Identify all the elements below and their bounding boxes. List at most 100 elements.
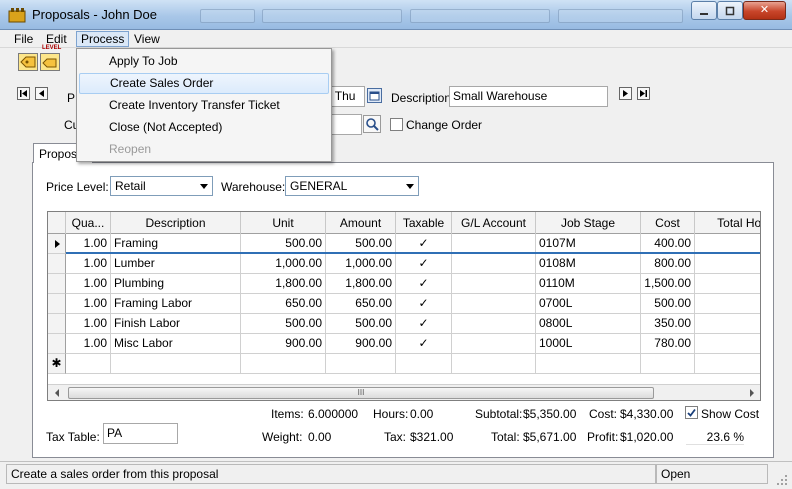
cell-amount[interactable]: 500.00: [326, 234, 396, 254]
cell-gl-account[interactable]: [452, 354, 536, 374]
cell-cost[interactable]: 400.00: [641, 234, 695, 254]
table-row[interactable]: 1.00 Plumbing 1,800.00 1,800.00 ✓ 0110M 1,500.…: [48, 274, 760, 294]
menu-process[interactable]: Process: [76, 31, 130, 47]
column-header-quantity[interactable]: Qua...: [66, 212, 111, 234]
calendar-button[interactable]: [367, 88, 382, 103]
change-order-checkbox[interactable]: [390, 118, 403, 131]
cell-gl-account[interactable]: [452, 274, 536, 294]
menu-item-apply-to-job[interactable]: Apply To Job: [79, 51, 329, 72]
close-button[interactable]: ✕: [743, 1, 786, 20]
column-header-job-stage[interactable]: Job Stage: [536, 212, 641, 234]
cell-total-hours[interactable]: [695, 314, 760, 334]
cell-amount[interactable]: 650.00: [326, 294, 396, 314]
horizontal-scrollbar[interactable]: III: [48, 384, 760, 400]
cell-taxable[interactable]: ✓: [396, 334, 452, 354]
new-row-marker-icon[interactable]: ✱: [48, 354, 66, 374]
table-row[interactable]: 1.00 Framing 500.00 500.00 ✓ 0107M 400.00: [48, 234, 760, 254]
menu-item-close-not-accepted[interactable]: Close (Not Accepted): [79, 117, 329, 138]
cell-cost[interactable]: 1,500.00: [641, 274, 695, 294]
customer-search-button[interactable]: [363, 115, 381, 133]
cell-taxable[interactable]: ✓: [396, 274, 452, 294]
menu-view[interactable]: View: [130, 31, 164, 47]
cell-unit[interactable]: 1,000.00: [241, 254, 326, 274]
cell-gl-account[interactable]: [452, 334, 536, 354]
maximize-button[interactable]: [717, 1, 743, 20]
menu-file[interactable]: File: [10, 31, 37, 47]
column-header-unit[interactable]: Unit: [241, 212, 326, 234]
column-header-description[interactable]: Description: [111, 212, 241, 234]
cell-cost[interactable]: [641, 354, 695, 374]
scroll-right-icon[interactable]: [746, 386, 758, 400]
cell-taxable[interactable]: ✓: [396, 294, 452, 314]
price-level-select[interactable]: Retail: [110, 176, 213, 196]
description-field[interactable]: Small Warehouse: [449, 86, 608, 107]
scrollbar-thumb[interactable]: III: [68, 387, 654, 399]
row-selector[interactable]: [48, 294, 66, 314]
current-row-indicator-icon[interactable]: [48, 234, 66, 254]
cell-job-stage[interactable]: 0800L: [536, 314, 641, 334]
cell-job-stage[interactable]: 0107M: [536, 234, 641, 254]
cell-cost[interactable]: 350.00: [641, 314, 695, 334]
cell-description[interactable]: Finish Labor: [111, 314, 241, 334]
cell-amount[interactable]: 900.00: [326, 334, 396, 354]
column-header-amount[interactable]: Amount: [326, 212, 396, 234]
row-selector[interactable]: [48, 274, 66, 294]
cell-description[interactable]: Framing: [111, 234, 241, 254]
new-row[interactable]: ✱: [48, 354, 760, 374]
cell-amount[interactable]: 1,000.00: [326, 254, 396, 274]
cell-quantity[interactable]: 1.00: [66, 314, 111, 334]
cell-taxable[interactable]: [396, 354, 452, 374]
scroll-left-icon[interactable]: [51, 386, 63, 400]
table-row[interactable]: 1.00 Misc Labor 900.00 900.00 ✓ 1000L 780.00: [48, 334, 760, 354]
previous-record-button[interactable]: [35, 87, 48, 100]
cell-unit[interactable]: 650.00: [241, 294, 326, 314]
cell-total-hours[interactable]: [695, 234, 760, 254]
price-tag-icon[interactable]: [18, 53, 38, 71]
cell-gl-account[interactable]: [452, 314, 536, 334]
cell-quantity[interactable]: 1.00: [66, 294, 111, 314]
table-row[interactable]: 1.00 Lumber 1,000.00 1,000.00 ✓ 0108M 800.00: [48, 254, 760, 274]
cell-description[interactable]: Plumbing: [111, 274, 241, 294]
cell-taxable[interactable]: ✓: [396, 314, 452, 334]
next-record-button[interactable]: [619, 87, 632, 100]
cell-description[interactable]: Framing Labor: [111, 294, 241, 314]
cell-cost[interactable]: 500.00: [641, 294, 695, 314]
cell-amount[interactable]: 500.00: [326, 314, 396, 334]
row-selector[interactable]: [48, 334, 66, 354]
column-header-gl-account[interactable]: G/L Account: [452, 212, 536, 234]
cell-quantity[interactable]: 1.00: [66, 254, 111, 274]
cell-taxable[interactable]: ✓: [396, 234, 452, 254]
column-header-total-hours[interactable]: Total Hour: [695, 212, 760, 234]
cell-total-hours[interactable]: [695, 294, 760, 314]
cell-job-stage[interactable]: 0700L: [536, 294, 641, 314]
cell-amount[interactable]: [326, 354, 396, 374]
cell-cost[interactable]: 800.00: [641, 254, 695, 274]
cell-unit[interactable]: 500.00: [241, 314, 326, 334]
cell-quantity[interactable]: 1.00: [66, 274, 111, 294]
show-cost-checkbox[interactable]: [685, 406, 698, 419]
level-icon[interactable]: LEVEL: [40, 45, 61, 71]
column-header-taxable[interactable]: Taxable: [396, 212, 452, 234]
cell-total-hours[interactable]: [695, 354, 760, 374]
cell-gl-account[interactable]: [452, 234, 536, 254]
cell-job-stage[interactable]: 0110M: [536, 274, 641, 294]
cell-job-stage[interactable]: [536, 354, 641, 374]
minimize-button[interactable]: [691, 1, 717, 20]
cell-unit[interactable]: [241, 354, 326, 374]
cell-cost[interactable]: 780.00: [641, 334, 695, 354]
cell-gl-account[interactable]: [452, 294, 536, 314]
row-selector[interactable]: [48, 254, 66, 274]
cell-unit[interactable]: 1,800.00: [241, 274, 326, 294]
cell-quantity[interactable]: [66, 354, 111, 374]
table-row[interactable]: 1.00 Finish Labor 500.00 500.00 ✓ 0800L 350.00: [48, 314, 760, 334]
table-row[interactable]: 1.00 Framing Labor 650.00 650.00 ✓ 0700L 500.0…: [48, 294, 760, 314]
cell-unit[interactable]: 500.00: [241, 234, 326, 254]
cell-quantity[interactable]: 1.00: [66, 234, 111, 254]
cell-job-stage[interactable]: 0108M: [536, 254, 641, 274]
cell-quantity[interactable]: 1.00: [66, 334, 111, 354]
cell-total-hours[interactable]: [695, 274, 760, 294]
last-record-button[interactable]: [637, 87, 650, 100]
column-header-cost[interactable]: Cost: [641, 212, 695, 234]
first-record-button[interactable]: [17, 87, 30, 100]
resize-grip-icon[interactable]: [776, 474, 788, 486]
